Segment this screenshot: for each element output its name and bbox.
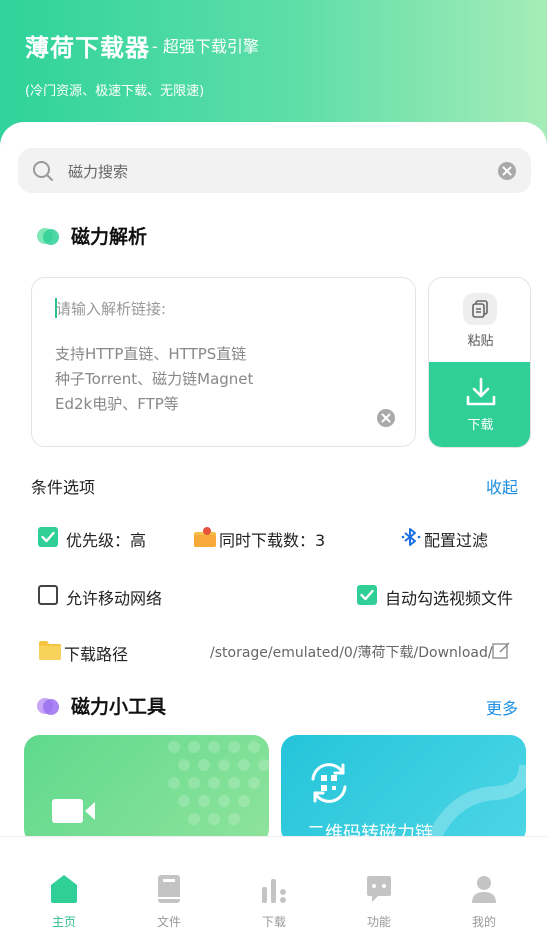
concurrent-downloads-button[interactable]: 同时下载数：3 [219,527,325,551]
search-icon [33,161,53,181]
priority-checkbox[interactable] [38,527,58,547]
options-title: 条件选项 [31,478,96,497]
clear-input-icon[interactable] [376,408,396,428]
check-icon [360,589,374,601]
hint-line: 支持HTTP直链、HTTPS直链 [55,345,247,363]
download-path-label: 下载路径 [64,645,129,664]
collapse-button[interactable]: 收起 [486,474,518,498]
tab-label: 功能 [366,915,391,929]
qrcode-tool-card[interactable]: 二维码转磁力链 [281,735,526,845]
app-description: (冷门资源、极速下载、无限速) [25,84,205,99]
chat-icon [367,876,391,902]
app-subtitle: - 超强下载引擎 [152,37,259,56]
tab-label: 下载 [261,915,286,929]
search-input[interactable]: 磁力搜索 [68,161,128,182]
mobile-network-checkbox[interactable] [38,585,58,605]
tools-more-button[interactable]: 更多 [486,695,518,719]
search-bar[interactable]: 磁力搜索 [18,148,531,193]
app-title: 薄荷下载器 [25,34,150,62]
filter-config-button[interactable]: 配置过滤 [424,527,488,551]
action-card: 粘贴 下载 [428,277,531,448]
paste-button[interactable]: 粘贴 [429,278,530,362]
priority-label: 优先级：高 [66,531,147,550]
hint-line: 种子Torrent、磁力链Magnet [55,370,254,388]
link-input-area[interactable]: 请输入解析链接: 支持HTTP直链、HTTPS直链 种子Torrent、磁力链M… [31,277,416,447]
auto-video-checkbox[interactable] [357,585,377,605]
book-icon [158,875,180,903]
bottom-tab-bar: 主页 文件 下载 功能 我的 [0,836,547,940]
clear-search-icon[interactable] [497,161,517,181]
download-label: 下载 [467,418,494,433]
home-icon [51,875,77,903]
link-input-hint: 支持HTTP直链、HTTPS直链 种子Torrent、磁力链Magnet Ed2… [55,342,253,417]
folder-icon [39,641,61,660]
qrcode-convert-icon [311,763,347,803]
magnet-parse-title: 磁力解析 [71,226,148,248]
mobile-network-label: 允许移动网络 [66,589,163,608]
magnet-parse-icon [35,225,61,247]
download-button[interactable]: 下载 [429,362,530,447]
hint-line: Ed2k电驴、FTP等 [55,395,179,413]
edit-icon[interactable] [492,642,510,660]
check-icon [41,531,55,543]
video-camera-icon [52,799,95,823]
magnet-parse-header: 磁力解析 [35,222,147,249]
bar-chart-icon [262,879,286,903]
tab-label: 主页 [51,915,76,929]
bluetooth-icon [401,528,421,546]
tools-header: 磁力小工具 [35,692,166,719]
tab-label: 文件 [156,915,181,929]
download-path-value[interactable]: /storage/emulated/0/薄荷下载/Download/ [210,642,493,662]
paste-label: 粘贴 [467,334,494,349]
link-input-placeholder: 请输入解析链接: [56,300,167,318]
video-tool-card[interactable] [24,735,269,845]
paste-icon [463,293,497,325]
concurrent-icon [194,527,216,547]
dot-pattern [168,741,269,825]
download-icon [466,377,496,406]
tools-title: 磁力小工具 [71,696,167,718]
tab-home[interactable]: 主页 [9,837,119,940]
tools-section-icon [35,695,61,717]
tab-features[interactable]: 功能 [324,837,434,940]
tab-downloads[interactable]: 下载 [219,837,329,940]
tab-profile[interactable]: 我的 [429,837,539,940]
tab-label: 我的 [471,915,496,929]
tab-files[interactable]: 文件 [114,837,224,940]
auto-video-label: 自动勾选视频文件 [385,589,514,608]
user-icon [472,876,496,903]
